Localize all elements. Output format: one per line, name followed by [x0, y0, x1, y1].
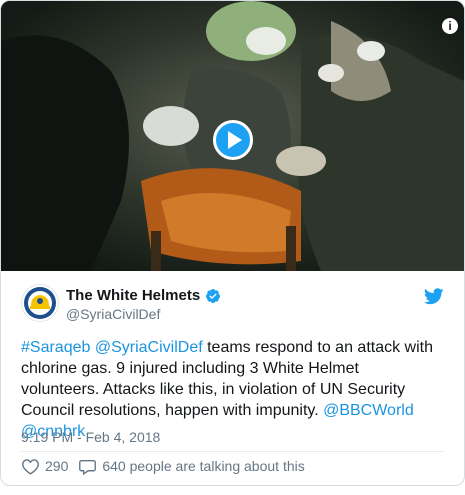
like-count: 290: [45, 458, 69, 474]
mention-link[interactable]: @BBCWorld: [323, 402, 414, 419]
tweet-timestamp[interactable]: 9:19 PM - Feb 4, 2018: [21, 429, 160, 445]
reply-button[interactable]: 640 people are talking about this: [78, 458, 305, 475]
verified-badge-icon: [206, 288, 221, 303]
tweet-actions: 290 640 people are talking about this: [21, 456, 315, 476]
hashtag-link[interactable]: #Saraqeb: [21, 339, 90, 356]
account-name-row[interactable]: The White Helmets: [66, 287, 221, 304]
tweet-text: #Saraqeb @SyriaCivilDef teams respond to…: [21, 337, 441, 442]
tweet-header: The White Helmets @SyriaCivilDef: [21, 284, 444, 326]
conversation-count: 640 people are talking about this: [102, 458, 305, 474]
embedded-tweet-card: i The White Helmets @SyriaCivilDef #Sara…: [0, 0, 465, 486]
play-button[interactable]: [213, 120, 253, 160]
account-handle[interactable]: @SyriaCivilDef: [66, 306, 160, 322]
like-button[interactable]: 290: [21, 458, 68, 475]
twitter-bird-icon[interactable]: [424, 288, 444, 305]
heart-icon: [22, 458, 39, 475]
avatar[interactable]: [21, 284, 59, 322]
mention-link[interactable]: @SyriaCivilDef: [95, 339, 203, 356]
comment-bubble-icon: [79, 459, 97, 475]
account-name[interactable]: The White Helmets: [66, 287, 200, 304]
divider: [21, 451, 444, 452]
tweet-video[interactable]: i: [1, 1, 464, 271]
white-helmets-logo-icon: [24, 287, 56, 319]
info-icon[interactable]: i: [442, 18, 458, 34]
